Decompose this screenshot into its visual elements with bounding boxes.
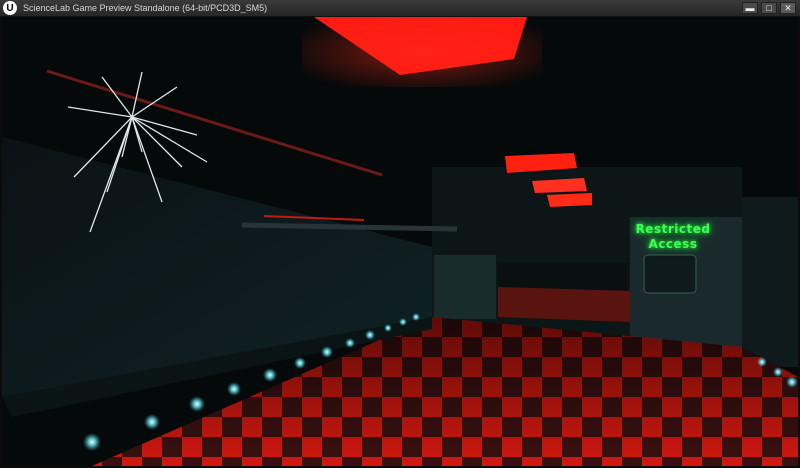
door-frame (434, 255, 496, 319)
corridor-floor (498, 287, 630, 322)
restricted-access-sign: Restricted Access (622, 222, 724, 252)
maximize-button[interactable]: □ (761, 2, 777, 14)
minimize-button[interactable]: ▬ (742, 2, 758, 14)
access-panel[interactable] (643, 254, 697, 294)
title-bar[interactable]: U ScienceLab Game Preview Standalone (64… (0, 0, 800, 17)
ceiling-glow (302, 17, 542, 87)
window-controls: ▬ □ ✕ (742, 2, 796, 14)
window-title: ScienceLab Game Preview Standalone (64-b… (23, 3, 268, 13)
sign-line-1: Restricted (635, 222, 711, 236)
game-viewport[interactable]: Restricted Access (2, 17, 798, 466)
close-button[interactable]: ✕ (780, 2, 796, 14)
unreal-logo-icon: U (3, 1, 17, 15)
game-window: U ScienceLab Game Preview Standalone (64… (0, 0, 800, 468)
ceiling-light-small-3 (547, 193, 592, 207)
sign-line-2: Access (648, 237, 698, 251)
right-wall (742, 197, 798, 367)
